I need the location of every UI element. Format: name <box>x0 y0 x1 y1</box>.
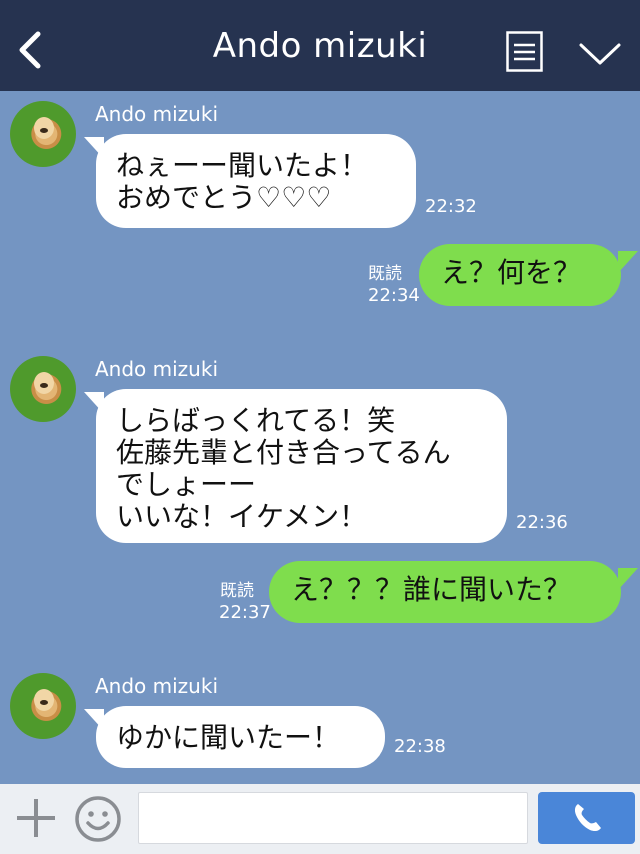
read-status: 既読 <box>220 581 254 601</box>
chevron-down-icon[interactable] <box>578 40 622 68</box>
chat-title: Ando mizuki <box>212 26 428 66</box>
sender-name: Ando mizuki <box>95 102 218 126</box>
bubble-tail <box>618 568 638 590</box>
chat-area[interactable]: Ando mizuki ねぇーー聞いたよ！ おめでとう♡♡♡ 22:32 既読 … <box>0 91 640 784</box>
sender-name: Ando mizuki <box>95 357 218 381</box>
avatar[interactable] <box>10 673 76 739</box>
message-input[interactable] <box>138 792 528 844</box>
message-bubble-incoming[interactable]: しらばっくれてる！笑 佐藤先輩と付き合ってるん でしょーー いいな！イケメン！ <box>96 389 507 543</box>
message-time: 22:36 <box>516 512 568 533</box>
send-button[interactable] <box>538 792 635 844</box>
bubble-tail <box>618 251 638 273</box>
avatar[interactable] <box>10 101 76 167</box>
notes-icon[interactable] <box>506 31 543 72</box>
chat-header: Ando mizuki <box>0 0 640 91</box>
message-time: 22:32 <box>425 196 477 217</box>
phone-icon <box>574 804 601 832</box>
read-status: 既読 <box>368 264 402 284</box>
message-time: 22:37 <box>219 602 271 623</box>
message-time: 22:34 <box>368 285 420 306</box>
message-bubble-incoming[interactable]: ゆかに聞いたー！ <box>96 706 385 768</box>
message-time: 22:38 <box>394 736 446 757</box>
plus-icon[interactable] <box>14 796 58 840</box>
emoji-icon[interactable] <box>74 795 122 843</box>
sender-name: Ando mizuki <box>95 674 218 698</box>
message-bubble-incoming[interactable]: ねぇーー聞いたよ！ おめでとう♡♡♡ <box>96 134 416 228</box>
message-bubble-outgoing[interactable]: え？何を？ <box>419 244 621 306</box>
avatar[interactable] <box>10 356 76 422</box>
message-bubble-outgoing[interactable]: え？？？誰に聞いた？ <box>269 561 621 623</box>
